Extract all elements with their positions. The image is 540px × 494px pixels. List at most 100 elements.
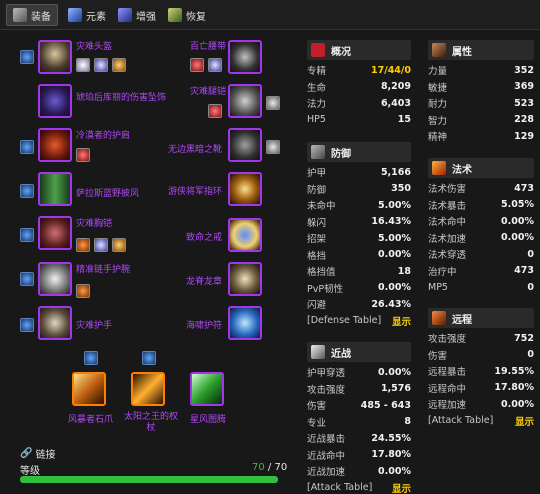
item-name[interactable]: 精准链手护腕 xyxy=(76,262,130,275)
stat-value: 473 xyxy=(514,182,534,194)
item-slot-chest[interactable] xyxy=(38,216,72,250)
stat-row: 法术暴击 5.05% xyxy=(428,197,534,214)
enchant-icon[interactable] xyxy=(266,140,280,154)
gem-socket-icon[interactable] xyxy=(208,104,222,118)
item-slot-cloak[interactable] xyxy=(38,172,72,206)
stat-row: 法术命中 0.00% xyxy=(428,213,534,230)
defense-header: 防御 xyxy=(307,142,411,162)
gem-socket-icon[interactable] xyxy=(94,58,108,72)
gem-socket-icon[interactable] xyxy=(190,58,204,72)
overview-header: 概况 xyxy=(307,40,411,60)
stat-value: 473 xyxy=(514,265,534,277)
enchant-gem-icon[interactable] xyxy=(20,184,34,198)
stat-value: 0.00% xyxy=(378,366,411,378)
gem-socket-icon[interactable] xyxy=(76,284,90,298)
item-slot-boots[interactable] xyxy=(228,128,262,162)
item-name[interactable]: 致命之戒 xyxy=(160,230,222,243)
enchant-gem-icon[interactable] xyxy=(84,351,98,365)
item-name[interactable]: 灾难头盔 xyxy=(76,39,112,52)
item-name[interactable]: 萨拉斯蓝野披风 xyxy=(76,186,139,199)
item-slot-belt[interactable] xyxy=(228,40,262,74)
link-button[interactable]: 🔗 链接 xyxy=(20,446,55,461)
stat-label: PvP韧性 xyxy=(307,283,344,295)
item-name[interactable]: 灾难胸铠 xyxy=(76,216,112,229)
ranged-header: 远程 xyxy=(428,308,534,328)
attributes-rows: 力量 352 敏捷 369 耐力 523 智力 228 精神 129 xyxy=(428,62,534,145)
show-table-link[interactable]: 显示 xyxy=(392,314,411,328)
stat-value: 523 xyxy=(514,97,534,109)
stat-row: [Attack Table] 显示 xyxy=(428,413,534,430)
tab-enhancement[interactable]: 增强 xyxy=(112,4,162,26)
tab-elemental[interactable]: 元素 xyxy=(62,4,112,26)
stat-row: 远程加速 0.00% xyxy=(428,396,534,413)
stat-label: 远程暴击 xyxy=(428,367,467,379)
panel-title: 属性 xyxy=(452,46,472,58)
gem-socket-icon[interactable] xyxy=(76,58,90,72)
item-name[interactable]: 百亡腰带 xyxy=(190,39,226,52)
tab-restoration[interactable]: 恢复 xyxy=(162,4,212,26)
tab-equipment[interactable]: 装备 xyxy=(6,4,58,26)
gem-socket-icon[interactable] xyxy=(76,238,90,252)
enchant-gem-icon[interactable] xyxy=(20,140,34,154)
item-slot-helmet[interactable] xyxy=(38,40,72,74)
show-table-link[interactable]: 显示 xyxy=(515,414,534,428)
item-slot-relic[interactable] xyxy=(190,372,224,406)
item-name[interactable]: 风暴者石爪 xyxy=(68,412,113,425)
stat-value: 485 - 643 xyxy=(360,399,411,411)
panel-title: 近战 xyxy=(331,348,351,360)
item-slot-gloves[interactable] xyxy=(38,306,72,340)
item-slot-legs[interactable] xyxy=(228,84,262,118)
item-slot-ring[interactable] xyxy=(228,172,262,206)
item-slot-necklace[interactable] xyxy=(38,84,72,118)
stat-value: 350 xyxy=(391,183,411,195)
enchant-gem-icon[interactable] xyxy=(20,272,34,286)
item-name[interactable]: 灾难腿铠 xyxy=(190,84,226,97)
gem-socket-icon[interactable] xyxy=(94,238,108,252)
stat-label: 法术命中 xyxy=(428,217,467,229)
stat-label: 远程加速 xyxy=(428,400,467,412)
stat-label: 攻击强度 xyxy=(307,384,346,396)
item-slot-mainhand[interactable] xyxy=(72,372,106,406)
enchant-gem-icon[interactable] xyxy=(20,318,34,332)
item-name[interactable]: 冷漠者的护肩 xyxy=(76,128,130,141)
item-name[interactable]: 无边黑暗之靴 xyxy=(160,142,222,155)
item-slot-trinket[interactable] xyxy=(228,262,262,296)
enchant-gem-icon[interactable] xyxy=(142,351,156,365)
gem-socket-icon[interactable] xyxy=(112,238,126,252)
item-name[interactable]: 海啸护符 xyxy=(160,318,222,331)
level-label: 等级 xyxy=(20,466,40,477)
stat-label: 闪避 xyxy=(307,300,327,312)
item-slot-bracer[interactable] xyxy=(38,262,72,296)
item-slot-trinket2[interactable] xyxy=(228,306,262,340)
item-name[interactable]: 琥珀后库丽的伤害坠饰 xyxy=(76,90,166,103)
panel-title: 法术 xyxy=(452,164,472,176)
stat-value: 1,576 xyxy=(380,383,411,395)
enchant-icon[interactable] xyxy=(266,96,280,110)
item-name[interactable]: 太阳之王的权杖 xyxy=(120,412,182,434)
stat-row: 法力 6,403 xyxy=(307,95,411,112)
item-name[interactable]: 灾难护手 xyxy=(76,318,112,331)
item-slot-shoulder[interactable] xyxy=(38,128,72,162)
item-name[interactable]: 星风图腾 xyxy=(190,412,226,425)
stat-row: [Attack Table] 显示 xyxy=(307,480,411,494)
item-name[interactable]: 龙脊龙章 xyxy=(160,274,222,287)
gem-socket-icon[interactable] xyxy=(112,58,126,72)
restoration-icon xyxy=(168,8,182,22)
enchant-gem-icon[interactable] xyxy=(20,228,34,242)
stat-row: 力量 352 xyxy=(428,62,534,79)
stat-row: 智力 228 xyxy=(428,112,534,129)
stat-label: 法术加速 xyxy=(428,233,467,245)
stat-value: 0.00% xyxy=(501,398,534,410)
stat-value: 8,209 xyxy=(380,81,411,93)
gem-socket-icon[interactable] xyxy=(208,58,222,72)
stat-label: 法力 xyxy=(307,99,327,111)
show-table-link[interactable]: 显示 xyxy=(392,481,411,494)
enchant-gem-icon[interactable] xyxy=(20,50,34,64)
stat-label: 格挡 xyxy=(307,250,327,262)
gem-socket-icon[interactable] xyxy=(76,148,90,162)
item-slot-offhand[interactable] xyxy=(131,372,165,406)
item-slot-ring2[interactable] xyxy=(228,218,262,252)
item-name[interactable]: 游侠将军指环 xyxy=(160,184,222,197)
stat-label: [Attack Table] xyxy=(307,482,373,494)
stat-row: 伤害 0 xyxy=(428,347,534,364)
